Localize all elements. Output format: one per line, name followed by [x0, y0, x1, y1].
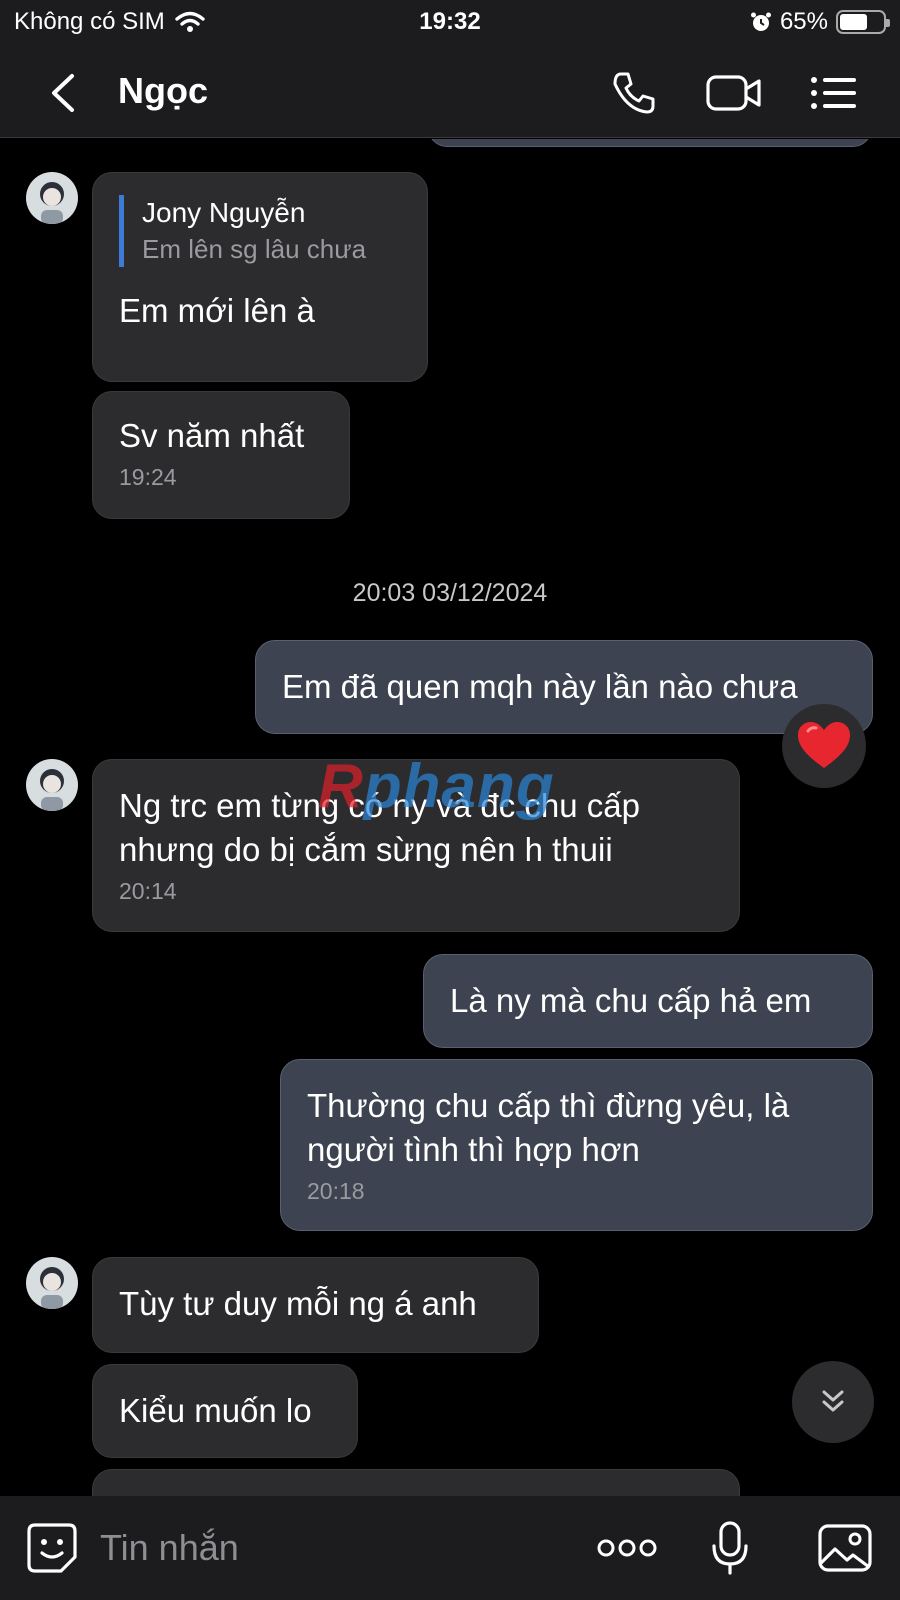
message-input[interactable]	[100, 1524, 560, 1572]
battery-fill	[840, 14, 868, 30]
image-gallery-icon	[818, 1524, 872, 1572]
avatar[interactable]	[26, 1257, 78, 1309]
message-text: Tùy tư duy mỗi ng á anh	[119, 1285, 477, 1322]
quoted-sender: Jony Nguyễn	[142, 197, 306, 228]
battery-percent: 65%	[779, 8, 828, 35]
reaction-badge[interactable]	[782, 704, 866, 788]
message-bubble-outgoing[interactable]: Em đã quen mqh này lần nào chưa	[255, 640, 873, 734]
message-bubble-reply[interactable]: Jony Nguyễn Em lên sg lâu chưa Em mới lê…	[92, 172, 428, 382]
heart-icon	[798, 722, 850, 768]
message-text: Sv năm nhất	[119, 417, 305, 454]
chevron-left-icon	[52, 74, 74, 112]
voice-message-button[interactable]	[700, 1518, 760, 1578]
message-text: Em mới lên à	[119, 292, 315, 329]
battery-icon	[836, 10, 890, 34]
message-bubble[interactable]: Kiểu muốn lo	[92, 1364, 358, 1458]
message-bubble-partial[interactable]	[428, 139, 872, 147]
video-call-button[interactable]	[704, 66, 764, 120]
menu-button[interactable]	[804, 66, 864, 120]
avatar[interactable]	[26, 172, 78, 224]
message-time: 20:18	[307, 1178, 365, 1204]
message-time: 19:24	[119, 464, 177, 490]
quoted-message[interactable]: Jony Nguyễn Em lên sg lâu chưa	[119, 195, 401, 267]
status-right: 65%	[750, 8, 890, 36]
chat-header: Ngọc	[0, 48, 900, 138]
watermark-logo: Rphang	[318, 751, 555, 822]
status-bar: Không có SIM 19:32 65%	[0, 0, 900, 48]
back-button[interactable]	[44, 70, 84, 116]
more-options-button[interactable]	[596, 1518, 658, 1578]
quoted-text: Em lên sg lâu chưa	[142, 234, 367, 264]
video-camera-icon	[706, 75, 761, 111]
call-button[interactable]	[604, 66, 664, 120]
watermark-rest: phang	[363, 752, 555, 821]
avatar-image	[26, 759, 78, 811]
message-text: Em đã quen mqh này lần nào chưa	[282, 668, 798, 705]
double-chevron-down-icon	[822, 1390, 844, 1412]
message-text: Là ny mà chu cấp hả em	[450, 982, 812, 1019]
more-horizontal-icon	[597, 1539, 657, 1557]
message-text: Kiểu muốn lo	[119, 1392, 312, 1429]
message-time: 20:14	[119, 878, 177, 904]
list-menu-icon	[811, 77, 856, 109]
phone-icon	[613, 72, 655, 114]
gallery-button[interactable]	[815, 1518, 875, 1578]
avatar-image	[26, 172, 78, 224]
contact-name[interactable]: Ngọc	[118, 70, 208, 112]
message-bubble-outgoing[interactable]: Là ny mà chu cấp hả em	[423, 954, 873, 1048]
watermark-first: R	[318, 752, 364, 821]
sticker-button[interactable]	[22, 1518, 82, 1578]
message-text: Thường chu cấp thì đừng yêu, là người tì…	[307, 1087, 790, 1168]
message-bubble[interactable]: Sv năm nhất 19:24	[92, 391, 350, 519]
avatar-image	[26, 1257, 78, 1309]
message-list[interactable]: Jony Nguyễn Em lên sg lâu chưa Em mới lê…	[0, 139, 900, 1496]
avatar[interactable]	[26, 759, 78, 811]
microphone-icon	[712, 1521, 748, 1575]
message-bubble-partial[interactable]	[92, 1469, 740, 1496]
message-composer	[0, 1496, 900, 1600]
alarm-icon	[750, 12, 771, 31]
date-separator: 20:03 03/12/2024	[352, 579, 548, 607]
message-bubble-outgoing[interactable]: Thường chu cấp thì đừng yêu, là người tì…	[280, 1059, 873, 1231]
emoji-sticker-icon	[27, 1523, 77, 1573]
scroll-to-bottom-button[interactable]	[792, 1361, 874, 1443]
message-bubble[interactable]: Tùy tư duy mỗi ng á anh	[92, 1257, 539, 1353]
